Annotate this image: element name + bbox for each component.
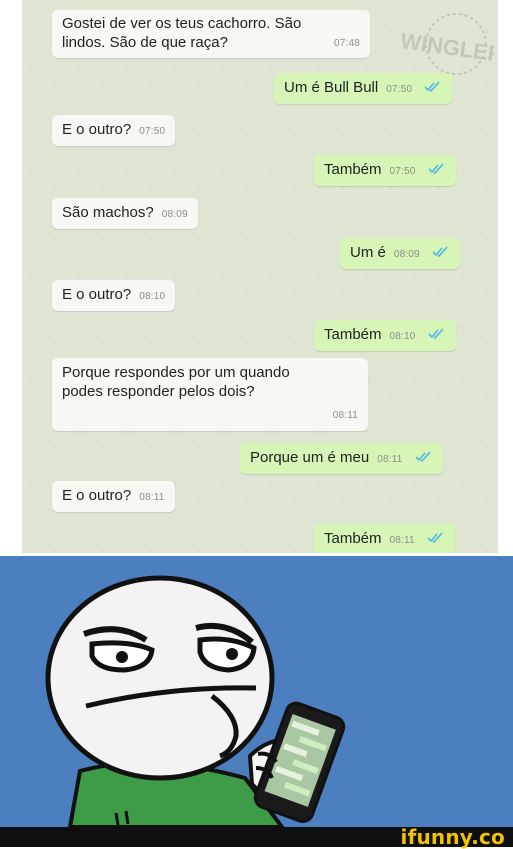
message-time: 07:50 (386, 84, 413, 95)
message-text: Um é (350, 244, 386, 261)
message-time: 08:09 (161, 209, 188, 220)
message-text: E o outro? (62, 286, 132, 303)
message-text: Porque respondes por um quando podes res… (62, 364, 290, 400)
skeptical-face-with-phone-icon (45, 575, 346, 827)
watermark-text: WINGLER (399, 28, 494, 67)
message-time: 08:11 (377, 454, 403, 465)
message-bubble-outgoing: Um é Bull Bull 07:50 (274, 73, 453, 104)
ifunny-logo: ifunny.co (400, 825, 505, 849)
double-check-read-icon (432, 246, 448, 257)
message-bubble-incoming: E o outro? 08:10 (52, 280, 176, 311)
message-text: E o outro? (62, 121, 132, 138)
message-time: 08:11 (139, 492, 165, 503)
message-bubble-outgoing: Um é 08:09 (340, 238, 460, 269)
double-check-read-icon (427, 163, 444, 174)
message-time: 07:50 (139, 126, 166, 137)
message-bubble-incoming: E o outro? 07:50 (52, 115, 176, 146)
message-time: 07:50 (389, 166, 416, 177)
message-time: 07:48 (333, 38, 360, 49)
message-text: Um é Bull Bull (284, 79, 379, 96)
message-bubble-outgoing: Também 08:11 (314, 524, 455, 553)
message-text: Também (324, 530, 382, 547)
message-text: Porque um é meu (250, 449, 370, 466)
message-time: 08:11 (389, 535, 415, 546)
meme-panel (0, 556, 513, 827)
message-text: Também (324, 161, 382, 178)
message-time: 08:10 (389, 331, 416, 342)
message-bubble-incoming: Gostei de ver os teus cachorro. São lind… (52, 10, 370, 58)
footer-bar: ifunny.co (0, 825, 513, 849)
message-time: 08:09 (393, 249, 420, 260)
chat-screenshot: WINGLER Gostei de ver os teus cachorro. … (22, 0, 498, 553)
message-text: São machos? (62, 204, 154, 221)
message-bubble-outgoing: Também 07:50 (314, 155, 456, 186)
wingler-watermark: WINGLER (399, 13, 494, 75)
message-text: Também (324, 326, 382, 343)
message-bubble-outgoing: Porque um é meu 08:11 (240, 443, 443, 474)
message-text: Gostei de ver os teus cachorro. São lind… (62, 15, 302, 51)
double-check-read-icon (424, 81, 440, 92)
message-time: 08:11 (332, 410, 358, 421)
double-check-read-icon (414, 451, 431, 462)
message-bubble-incoming: Porque respondes por um quando podes res… (52, 358, 368, 431)
message-bubble-incoming: E o outro? 08:11 (52, 481, 175, 512)
double-check-read-icon (427, 532, 443, 543)
message-bubble-incoming: São machos? 08:09 (52, 198, 198, 229)
double-check-read-icon (427, 328, 444, 339)
message-text: E o outro? (62, 487, 132, 504)
message-bubble-outgoing: Também 08:10 (314, 320, 456, 351)
message-time: 08:10 (139, 291, 166, 302)
